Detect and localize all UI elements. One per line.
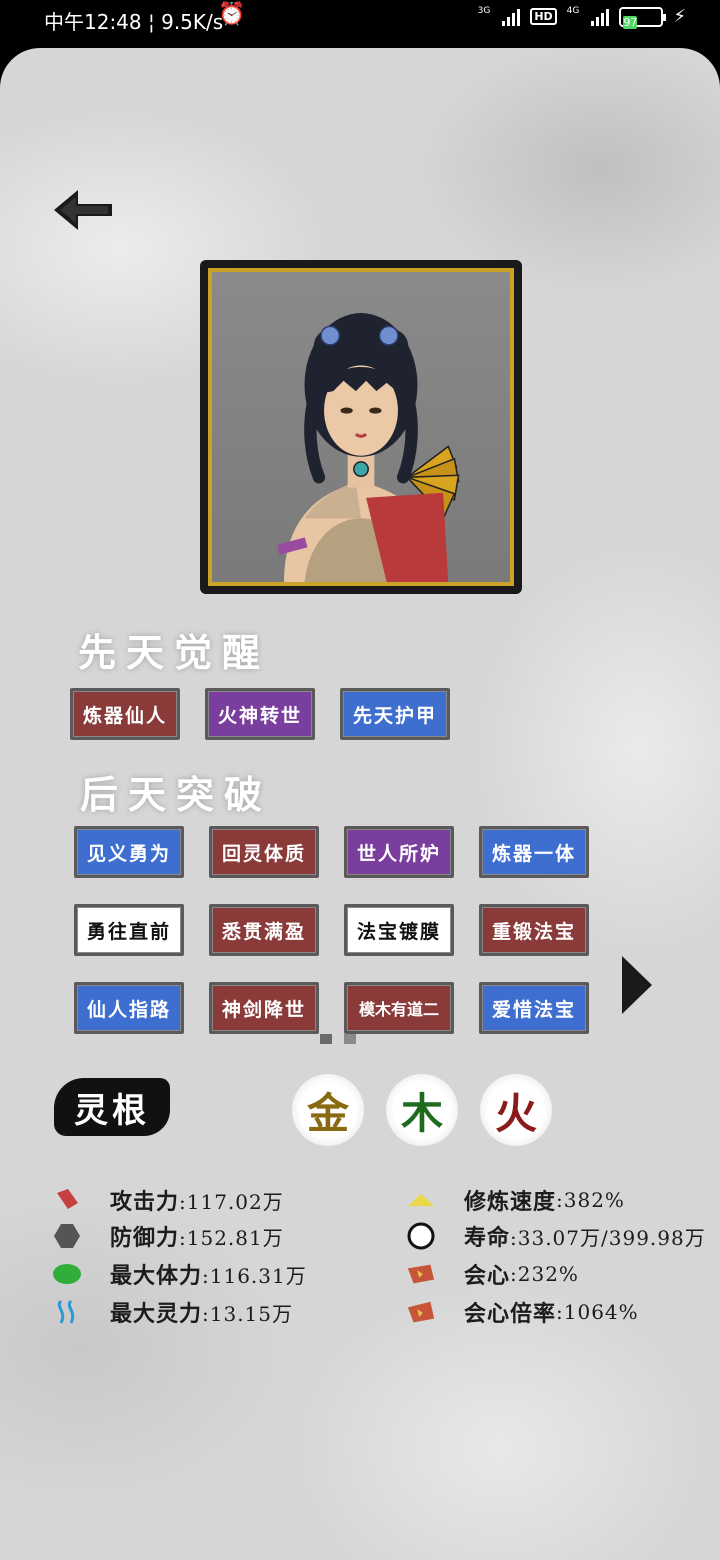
stat-name: 防御力 (110, 1225, 180, 1251)
stat-name: 会心倍率 (464, 1301, 557, 1327)
back-arrow-icon[interactable] (52, 186, 114, 234)
stat-value: :1064% (556, 1300, 639, 1324)
element-badge: 金 (292, 1074, 364, 1146)
left-stat: 最大体力:116.31万 (52, 1258, 307, 1290)
character-illustration (277, 313, 460, 582)
battery-level: 97 (623, 15, 638, 29)
spirit-icon (52, 1297, 82, 1327)
network-type-label: 3G (477, 6, 491, 16)
defense-icon (52, 1221, 82, 1251)
acquired-tag[interactable]: 法宝镀膜 (344, 904, 454, 956)
acquired-tag[interactable]: 世人所妒 (344, 826, 454, 878)
attack-icon (52, 1185, 82, 1215)
signal-icon-2 (591, 8, 610, 26)
acquired-tag[interactable]: 炼器一体 (479, 826, 589, 878)
crit-rate-icon (406, 1297, 436, 1327)
stat-name: 会心 (464, 1263, 511, 1289)
acquired-tag[interactable]: 仙人指路 (74, 982, 184, 1034)
page-dot[interactable] (344, 1034, 356, 1044)
page-dot[interactable] (320, 1034, 332, 1044)
stat-name: 寿命 (464, 1225, 511, 1251)
stat-name: 修炼速度 (464, 1189, 557, 1215)
innate-tag[interactable]: 火神转世 (205, 688, 315, 740)
character-portrait (208, 268, 514, 586)
stat-name: 最大体力 (110, 1263, 203, 1289)
right-stat: 寿命:33.07万/399.98万 (406, 1220, 706, 1252)
lifespan-icon (406, 1221, 436, 1251)
signal-icon (502, 8, 521, 26)
left-stat: 最大灵力:13.15万 (52, 1296, 293, 1328)
stat-name: 最大灵力 (110, 1301, 203, 1327)
right-stat: 修炼速度:382% (406, 1184, 625, 1216)
spirit-root-label: 灵根 (54, 1078, 170, 1136)
innate-awakening-title: 先天觉醒 (78, 630, 271, 675)
element-badge: 木 (386, 1074, 458, 1146)
left-stat: 攻击力:117.02万 (52, 1184, 284, 1216)
element-badge: 火 (480, 1074, 552, 1146)
character-panel: 先天觉醒 炼器仙人 火神转世 先天护甲 后天突破 见义勇为 回灵体质 世人所妒 炼器一体勇… (0, 48, 720, 1560)
stat-value: :33.07万/399.98万 (510, 1225, 706, 1250)
health-icon (52, 1259, 82, 1289)
right-stat: 会心:232% (406, 1258, 579, 1290)
crit-icon (406, 1259, 436, 1289)
stat-value: :117.02万 (179, 1189, 284, 1214)
stat-name: 攻击力 (110, 1189, 180, 1215)
left-stat: 防御力:152.81万 (52, 1220, 284, 1252)
acquired-tag[interactable]: 神剑降世 (209, 982, 319, 1034)
right-stat: 会心倍率:1064% (406, 1296, 639, 1328)
battery-icon: 97 (619, 6, 667, 29)
portrait-frame (200, 260, 522, 594)
acquired-breakthrough-title: 后天突破 (80, 772, 273, 817)
acquired-tag[interactable]: 重锻法宝 (479, 904, 589, 956)
cultivation-icon (406, 1185, 436, 1215)
stat-value: :13.15万 (202, 1301, 294, 1326)
network-type-label-2: 4G (566, 6, 580, 16)
acquired-tag[interactable]: 悉贯满盈 (209, 904, 319, 956)
stat-value: :382% (556, 1188, 625, 1212)
status-time: 中午12:48 ¦ 9.5K/s (44, 10, 224, 34)
hd-icon: HD (530, 8, 557, 25)
stat-value: :232% (510, 1262, 579, 1286)
alarm-icon: ⏰ (218, 2, 246, 27)
innate-tag[interactable]: 炼器仙人 (70, 688, 180, 740)
acquired-tag[interactable]: 回灵体质 (209, 826, 319, 878)
stat-value: :152.81万 (179, 1225, 284, 1250)
next-page-arrow-icon[interactable] (620, 954, 654, 1016)
acquired-tag[interactable]: 勇往直前 (74, 904, 184, 956)
stat-value: :116.31万 (202, 1263, 307, 1288)
page-indicator (320, 1034, 356, 1044)
charging-icon: ⚡ (673, 6, 686, 27)
status-bar: 中午12:48 ¦ 9.5K/s ⏰ 3G HD 4G 97 ⚡ (0, 0, 720, 40)
acquired-tag[interactable]: 见义勇为 (74, 826, 184, 878)
acquired-tag[interactable]: 模木有道二 (344, 982, 454, 1034)
innate-tag[interactable]: 先天护甲 (340, 688, 450, 740)
acquired-tag[interactable]: 爱惜法宝 (479, 982, 589, 1034)
